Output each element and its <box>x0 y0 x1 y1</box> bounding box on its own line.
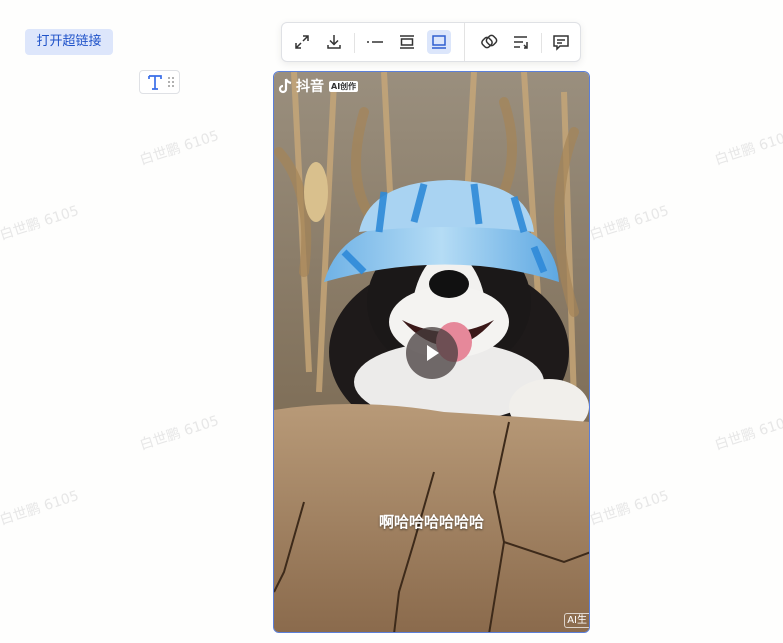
wrap-layout-button[interactable] <box>395 30 419 54</box>
douyin-logo-icon <box>278 78 292 94</box>
play-button[interactable] <box>406 327 458 379</box>
ai-creation-tag: AI创作 <box>329 80 359 92</box>
media-toolbar <box>281 22 581 62</box>
watermark-text: 白世鹏 6105 <box>0 202 81 244</box>
expand-button[interactable] <box>290 30 314 54</box>
comment-icon <box>553 35 569 51</box>
watermark-text: 白世鹏 6105 <box>137 412 221 454</box>
wrap-layout-icon <box>400 35 414 49</box>
video-caption: 啊哈哈哈哈哈哈 <box>378 513 484 531</box>
block-layout-icon <box>432 35 446 49</box>
open-hyperlink-button[interactable]: 打开超链接 <box>25 29 113 55</box>
drag-handle-icon[interactable] <box>167 76 175 88</box>
ai-generated-label: AI生 <box>564 613 589 628</box>
link-button[interactable] <box>477 30 501 54</box>
watermark-text: 白世鹏 6105 <box>712 412 783 454</box>
text-icon <box>148 75 162 90</box>
douyin-brand: 抖音 AI创作 <box>278 76 359 96</box>
inline-layout-button[interactable] <box>363 30 387 54</box>
download-icon <box>327 35 341 49</box>
inline-layout-icon <box>367 41 383 43</box>
video-player[interactable]: 抖音 AI创作 啊哈哈哈哈哈哈 AI生 <box>273 71 590 633</box>
toolbar-divider <box>464 23 465 61</box>
brand-name: 抖音 <box>296 79 324 95</box>
link-icon <box>481 34 498 49</box>
toolbar-divider <box>541 33 542 53</box>
watermark-text: 白世鹏 6105 <box>712 127 783 169</box>
watermark-text: 白世鹏 6105 <box>587 202 671 244</box>
watermark-text: 白世鹏 6105 <box>0 487 81 529</box>
text-wrap-button[interactable] <box>509 30 533 54</box>
text-format-handle[interactable] <box>139 70 180 94</box>
expand-icon <box>295 35 309 49</box>
block-layout-button[interactable] <box>427 30 451 54</box>
download-button[interactable] <box>322 30 346 54</box>
watermark-text: 白世鹏 6105 <box>137 127 221 169</box>
watermark-text: 白世鹏 6105 <box>587 487 671 529</box>
text-wrap-icon <box>514 36 528 49</box>
comment-button[interactable] <box>549 30 573 54</box>
toolbar-divider <box>354 33 355 53</box>
play-icon <box>427 345 439 361</box>
